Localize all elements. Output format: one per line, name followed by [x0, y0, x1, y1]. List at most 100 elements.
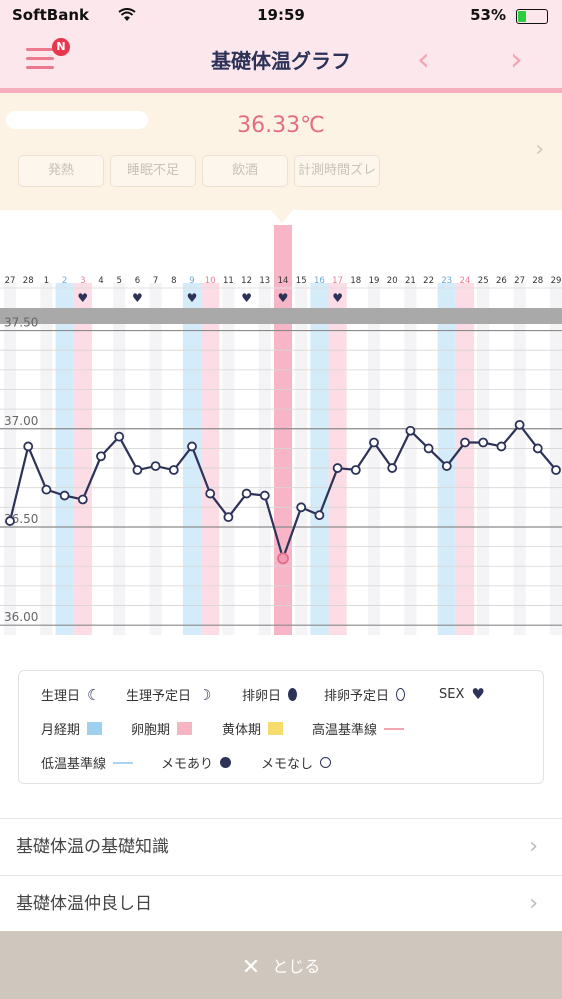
data-point: [387, 463, 398, 473]
chevron-right-icon[interactable]: ›: [510, 40, 523, 78]
chip-fever[interactable]: 発熱: [18, 155, 104, 187]
follicular-band: [73, 283, 92, 635]
blue-line-icon: [113, 761, 134, 764]
day-label: 26: [496, 276, 507, 286]
day-label: 2: [62, 276, 67, 286]
day-label: 4: [98, 276, 103, 286]
legend-low-baseline: 低温基準線: [41, 753, 134, 772]
legend-memo-no: メモなし: [261, 753, 332, 772]
open-dot-icon: [320, 757, 332, 768]
selected-day-column: [274, 225, 292, 635]
close-button[interactable]: ✕ とじる: [0, 953, 562, 980]
data-point: [551, 465, 561, 475]
data-point: [114, 431, 125, 442]
column-stripe: [477, 283, 490, 635]
column-stripe: [3, 283, 17, 635]
day-label: 8: [171, 276, 176, 286]
legend-sex: SEX ♥: [439, 685, 485, 703]
battery-percent: 53%: [470, 6, 506, 24]
data-point: [259, 490, 270, 501]
y-tick-label: 37.00: [4, 414, 38, 428]
day-label: 22: [423, 276, 434, 286]
heart-icon: ♥: [77, 291, 88, 305]
day-label: 17: [332, 276, 343, 286]
battery-icon: [516, 9, 548, 24]
data-point: [241, 488, 252, 499]
page-title: 基礎体温グラフ: [211, 49, 351, 73]
pink-square-icon: [177, 722, 193, 735]
legend-luteal-phase: 黄体期: [222, 719, 284, 738]
column-stripe: [222, 283, 235, 635]
data-point: [205, 488, 216, 499]
temperature-panel[interactable]: 36.33℃ 発熱 睡眠不足 飲酒 計測時間ズレ ›: [0, 93, 562, 210]
y-tick-label: 36.00: [4, 610, 38, 624]
chevron-right-icon: ›: [529, 834, 538, 859]
data-point: [132, 465, 143, 475]
column-stripe: [149, 283, 162, 635]
heart-icon: ♥: [332, 291, 343, 305]
data-point: [332, 463, 343, 473]
column-stripe: [40, 283, 53, 635]
day-label: 1: [44, 276, 49, 286]
chevron-left-icon[interactable]: ‹: [417, 40, 430, 78]
column-stripe: [367, 283, 381, 635]
chip-time-shift[interactable]: 計測時間ズレ: [294, 155, 380, 187]
day-label: 28: [23, 276, 34, 286]
day-label: 23: [441, 276, 452, 286]
day-label: 7: [153, 276, 158, 286]
status-bar: SoftBank 19:59 53%: [0, 0, 562, 30]
day-label: 11: [223, 276, 234, 286]
follicular-band: [201, 283, 220, 635]
menstruation-band: [310, 283, 329, 635]
day-label: 29: [551, 276, 562, 286]
data-point: [223, 512, 234, 523]
column-stripe: [404, 283, 417, 635]
day-label: 18: [350, 276, 361, 286]
heart-icon: ♥: [278, 291, 289, 305]
legend-menstrual-phase: 月経期: [41, 719, 103, 738]
heart-icon: ♥: [187, 291, 198, 305]
high-temp-band: [0, 308, 562, 324]
data-point: [5, 516, 15, 526]
chip-drinking[interactable]: 飲酒: [202, 155, 288, 187]
chevron-right-icon[interactable]: ›: [535, 137, 544, 162]
data-point: [423, 443, 434, 454]
data-point: [296, 502, 307, 513]
egg-outline-icon: [396, 688, 406, 701]
temperature-chart[interactable]: 37.5037.0036.5036.0027 28 1 2 3 4 5 6 7 8 9 10 11 12 1…: [0, 225, 562, 645]
filled-dot-icon: [220, 757, 232, 768]
day-label: 19: [369, 276, 380, 286]
day-label: 15: [296, 276, 307, 286]
heart-icon: ♥: [471, 685, 485, 703]
day-label: 13: [259, 276, 270, 286]
egg-icon: [288, 688, 298, 701]
column-stripe: [549, 283, 562, 635]
day-label: 25: [478, 276, 489, 286]
data-point: [405, 425, 416, 436]
list-item-intimacy-days[interactable]: 基礎体温仲良し日 ›: [0, 875, 562, 933]
data-point: [514, 419, 525, 430]
data-point: [350, 465, 361, 475]
data-point: [23, 441, 34, 452]
legend-ovulation-expected: 排卵予定日: [324, 685, 406, 704]
day-label: 3: [80, 276, 85, 286]
data-point: [496, 441, 507, 452]
legend-period-expected: 生理予定日 ☽: [126, 685, 212, 705]
chip-sleep-deprivation[interactable]: 睡眠不足: [110, 155, 196, 187]
day-label: 5: [116, 276, 121, 286]
legend-memo-yes: メモあり: [161, 753, 232, 772]
day-label: 27: [5, 276, 16, 286]
data-point: [532, 443, 543, 454]
panel-pointer: [270, 209, 294, 223]
day-label: 12: [241, 276, 252, 286]
data-point: [96, 451, 106, 462]
day-label: 14: [278, 276, 289, 286]
menstruation-band: [182, 283, 202, 635]
list-item-basics[interactable]: 基礎体温の基礎知識 ›: [0, 818, 562, 875]
data-point: [369, 437, 379, 448]
moon-icon: ☾: [87, 685, 101, 704]
legend-follicular-phase: 卵胞期: [131, 719, 193, 738]
data-point: [168, 465, 179, 475]
day-label: 28: [532, 276, 543, 286]
day-label: 27: [514, 276, 525, 286]
